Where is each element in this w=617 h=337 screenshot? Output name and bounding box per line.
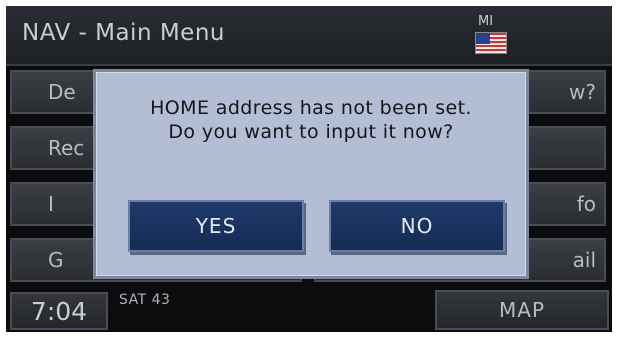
menu-button-label: fo xyxy=(576,192,596,216)
menu-button-label: ail xyxy=(572,248,596,272)
title-bar: NAV - Main Menu MI xyxy=(6,6,612,66)
page-title: NAV - Main Menu xyxy=(22,20,225,46)
us-flag-icon xyxy=(475,32,507,54)
clock[interactable]: 7:04 xyxy=(10,292,108,330)
yes-button[interactable]: YES xyxy=(128,200,304,252)
menu-button-label: De xyxy=(48,80,76,104)
menu-button-label: w? xyxy=(569,80,596,104)
home-address-dialog: HOME address has not been set. Do you wa… xyxy=(93,69,529,279)
menu-button-label: I xyxy=(48,192,54,216)
dialog-message: HOME address has not been set. Do you wa… xyxy=(150,97,472,143)
state-code: MI xyxy=(478,14,494,29)
menu-button-label: G xyxy=(48,248,64,272)
no-button[interactable]: NO xyxy=(329,200,505,252)
map-button[interactable]: MAP xyxy=(435,290,609,330)
nav-screen: NAV - Main Menu MI De Rec I G w? fo ail … xyxy=(6,6,612,332)
menu-button-label: Rec xyxy=(48,136,85,160)
radio-info: SAT 43 xyxy=(119,292,171,308)
